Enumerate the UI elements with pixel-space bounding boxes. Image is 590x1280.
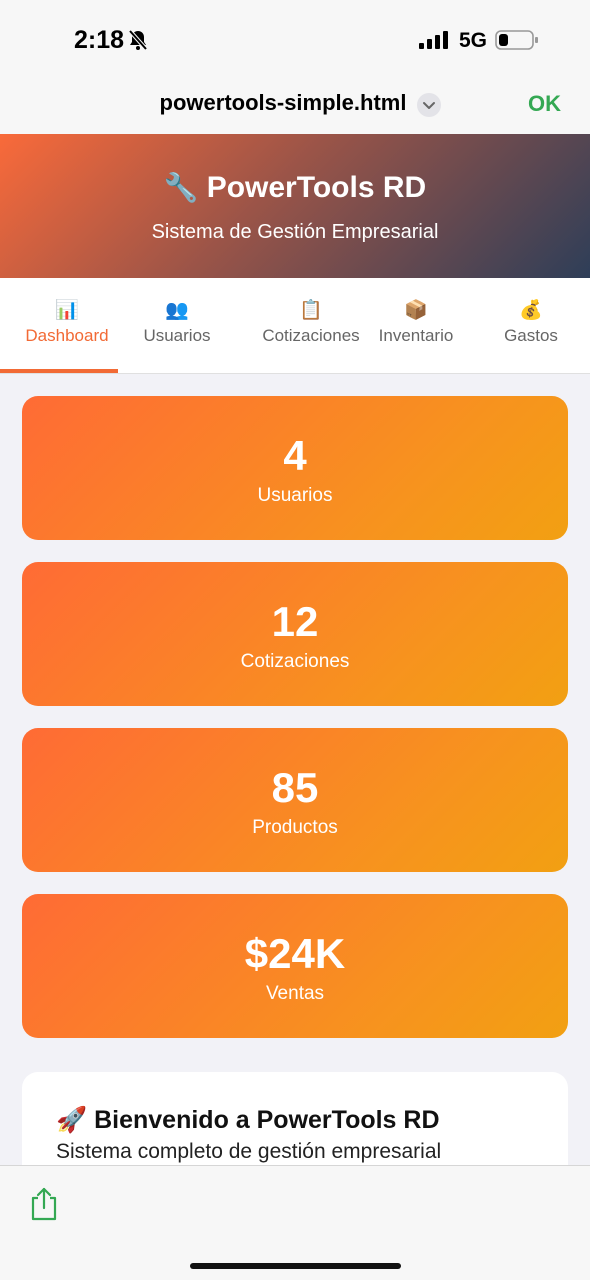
welcome-title-text: Bienvenido a PowerTools RD [94, 1106, 440, 1134]
welcome-text: Sistema completo de gestión empresarial [56, 1140, 442, 1163]
wrench-icon: 🔧 [163, 172, 199, 203]
tab-label: Dashboard [25, 326, 109, 345]
stat-label: Ventas [265, 983, 325, 1004]
document-header: powertools-simple.html OK [0, 78, 590, 134]
tab-label: Cotizaciones [262, 326, 360, 345]
stats-grid: 4 Usuarios 12 Cotizaciones 85 Productos … [22, 396, 568, 1060]
stat-card-usuarios[interactable]: 4 Usuarios [22, 396, 568, 540]
app-subtitle: Sistema de Gestión Empresarial [151, 221, 439, 243]
tab-inventario[interactable]: 📦 Inventario [366, 278, 466, 374]
signal-icon [419, 31, 448, 49]
bottom-toolbar [0, 1165, 590, 1280]
clipboard-icon: 📋 [299, 300, 323, 321]
stat-value: $24K [244, 930, 346, 977]
stat-card-ventas[interactable]: $24K Ventas [22, 894, 568, 1038]
tab-dashboard[interactable]: 📊 Dashboard [0, 278, 134, 374]
status-time: 2:18 [74, 26, 125, 54]
stat-card-cotizaciones[interactable]: 12 Cotizaciones [22, 562, 568, 706]
stat-value: 85 [271, 764, 319, 811]
tab-cotizaciones[interactable]: 📋 Cotizaciones [250, 278, 372, 374]
tab-label: Usuarios [143, 326, 211, 345]
chart-icon: 📊 [55, 300, 79, 321]
stat-label: Usuarios [257, 485, 333, 506]
tab-label: Gastos [504, 326, 558, 345]
bell-slash-icon [128, 29, 148, 51]
rocket-icon: 🚀 [56, 1106, 88, 1134]
app-header: 🔧 PowerTools RD Sistema de Gestión Empres… [0, 134, 590, 278]
network-type: 5G [459, 29, 488, 52]
users-icon: 👥 [165, 300, 189, 321]
stat-label: Cotizaciones [240, 651, 350, 672]
battery-icon [495, 30, 538, 50]
tab-label: Inventario [378, 326, 454, 345]
app-title: 🔧 PowerTools RD [0, 171, 590, 205]
chevron-down-icon[interactable] [417, 93, 441, 117]
active-tab-indicator [0, 369, 118, 373]
money-bag-icon: 💰 [519, 300, 543, 321]
stat-value: 4 [283, 432, 307, 479]
status-bar: 2:18 5G [0, 0, 590, 78]
welcome-title: 🚀 Bienvenido a PowerTools RD [56, 1106, 440, 1135]
tab-bar: 📊 Dashboard 👥 Usuarios 📋 Cotizaciones 📦 … [0, 278, 590, 374]
share-icon[interactable] [28, 1186, 60, 1222]
document-title[interactable]: powertools-simple.html [0, 90, 566, 116]
app-title-text: PowerTools RD [206, 171, 427, 204]
done-button[interactable]: OK [528, 91, 561, 117]
home-indicator [190, 1263, 401, 1269]
tab-gastos[interactable]: 💰 Gastos [476, 278, 586, 374]
stat-value: 12 [271, 598, 319, 645]
stat-label: Productos [252, 817, 338, 838]
package-icon: 📦 [404, 300, 428, 321]
stat-card-productos[interactable]: 85 Productos [22, 728, 568, 872]
tab-usuarios[interactable]: 👥 Usuarios [118, 278, 236, 374]
